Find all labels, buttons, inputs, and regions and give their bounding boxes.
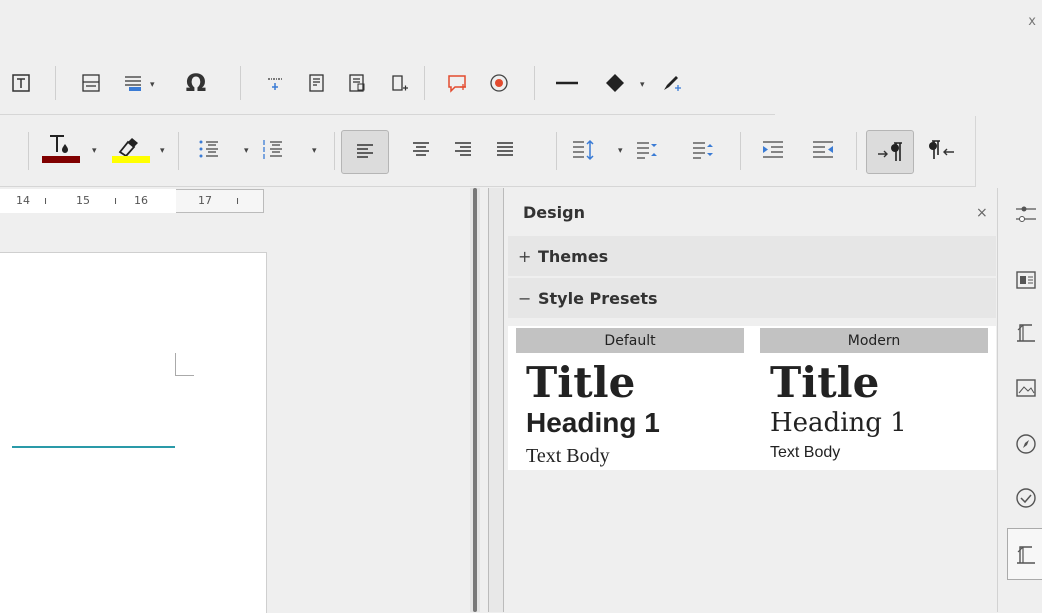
design-icon[interactable] — [1012, 540, 1040, 568]
line-icon[interactable] — [550, 70, 584, 96]
preset-default-heading[interactable]: Heading 1 — [526, 406, 660, 440]
bookmark-icon[interactable] — [384, 70, 414, 96]
collapse-icon: − — [518, 288, 532, 308]
track-changes-icon[interactable] — [484, 70, 514, 96]
properties-icon[interactable] — [1012, 200, 1040, 228]
font-color-dropdown-icon[interactable]: ▾ — [92, 146, 97, 156]
ruler-margin-area — [176, 189, 264, 213]
ruler-tick-label: 15 — [76, 194, 90, 207]
sidebar-splitter[interactable] — [488, 188, 504, 612]
separator — [556, 132, 557, 170]
standard-toolbar: ▾ Ω ▾ — [0, 52, 775, 115]
bullets-dropdown-icon[interactable]: ▾ — [244, 146, 249, 156]
pane-splitter[interactable] — [470, 188, 480, 612]
align-right-icon[interactable] — [446, 134, 480, 166]
preset-modern-title[interactable]: Title — [770, 358, 879, 408]
endnote-icon[interactable] — [342, 70, 372, 96]
separator — [240, 66, 241, 100]
preset-name-default[interactable]: Default — [516, 328, 744, 353]
deck-title: Design — [523, 203, 585, 222]
line-spacing-icon[interactable] — [566, 134, 600, 166]
field-dropdown-icon[interactable]: ▾ — [150, 80, 155, 90]
navigator-icon[interactable] — [1012, 430, 1040, 458]
separator — [856, 132, 857, 170]
ruler-tick-mark: ı — [114, 194, 118, 207]
deck-close-icon[interactable]: × — [976, 205, 988, 221]
highlight-icon[interactable] — [108, 130, 152, 170]
justify-icon[interactable] — [488, 134, 522, 166]
comment-icon[interactable] — [442, 70, 472, 96]
preset-default-title[interactable]: Title — [526, 358, 635, 408]
title-bar — [0, 0, 1042, 50]
field-icon[interactable] — [118, 70, 148, 96]
increase-indent-icon[interactable] — [756, 134, 790, 166]
expand-icon: + — [518, 246, 532, 266]
ruler-tick-label: 14 — [16, 194, 30, 207]
splitter-grip[interactable] — [473, 188, 477, 612]
bullets-icon[interactable] — [192, 134, 226, 166]
text-boundary-corner — [175, 353, 194, 376]
separator — [55, 66, 56, 100]
preset-modern-body[interactable]: Text Body — [770, 442, 840, 464]
draw-function-icon[interactable] — [656, 70, 686, 96]
text-box-icon[interactable] — [6, 70, 36, 96]
numbering-dropdown-icon[interactable]: ▾ — [312, 146, 317, 156]
cross-reference-icon[interactable] — [260, 70, 290, 96]
ruler-tick-mark: ı — [236, 194, 240, 207]
numbering-icon[interactable] — [256, 134, 290, 166]
preset-name-modern[interactable]: Modern — [760, 328, 988, 353]
special-character-icon[interactable]: Ω — [178, 68, 214, 98]
separator — [28, 132, 29, 170]
ruler-tick-mark: ı — [44, 194, 48, 207]
footnote-icon[interactable] — [302, 70, 332, 96]
align-left-icon[interactable] — [341, 130, 389, 174]
page-icon[interactable] — [1012, 318, 1040, 346]
preset-modern-heading[interactable]: Heading 1 — [770, 406, 907, 440]
align-center-icon[interactable] — [404, 134, 438, 166]
decrease-para-spacing-icon[interactable] — [686, 134, 720, 166]
highlight-dropdown-icon[interactable]: ▾ — [160, 146, 165, 156]
font-color-icon[interactable] — [38, 130, 82, 170]
document-page[interactable] — [0, 252, 267, 613]
panel-header-themes[interactable]: + Themes — [508, 236, 996, 276]
gallery-icon[interactable] — [1012, 374, 1040, 402]
manage-changes-icon[interactable] — [1012, 484, 1040, 512]
shapes-dropdown-icon[interactable]: ▾ — [640, 80, 645, 90]
ruler-tick-label: 17 — [198, 194, 212, 207]
styles-icon[interactable] — [1012, 266, 1040, 294]
panel-label: Themes — [538, 246, 609, 266]
formatting-toolbar: ▾ ▾ ▾ ▾ ▾ — [0, 116, 976, 187]
panel-header-style-presets[interactable]: − Style Presets — [508, 278, 996, 318]
separator — [534, 66, 535, 100]
rtl-icon[interactable] — [924, 134, 960, 166]
window-close-icon[interactable]: x — [1028, 14, 1036, 29]
ruler-tick-label: 16 — [134, 194, 148, 207]
preset-default-body[interactable]: Text Body — [526, 443, 610, 469]
line-spacing-dropdown-icon[interactable]: ▾ — [618, 146, 623, 156]
ltr-icon[interactable] — [866, 130, 914, 174]
horizontal-line — [12, 446, 175, 448]
separator — [424, 66, 425, 100]
separator — [740, 132, 741, 170]
separator — [334, 132, 335, 170]
decrease-indent-icon[interactable] — [806, 134, 840, 166]
panel-label: Style Presets — [538, 288, 658, 308]
header-footer-icon[interactable] — [76, 70, 106, 96]
increase-para-spacing-icon[interactable] — [630, 134, 664, 166]
separator — [178, 132, 179, 170]
shapes-icon[interactable] — [600, 70, 630, 96]
